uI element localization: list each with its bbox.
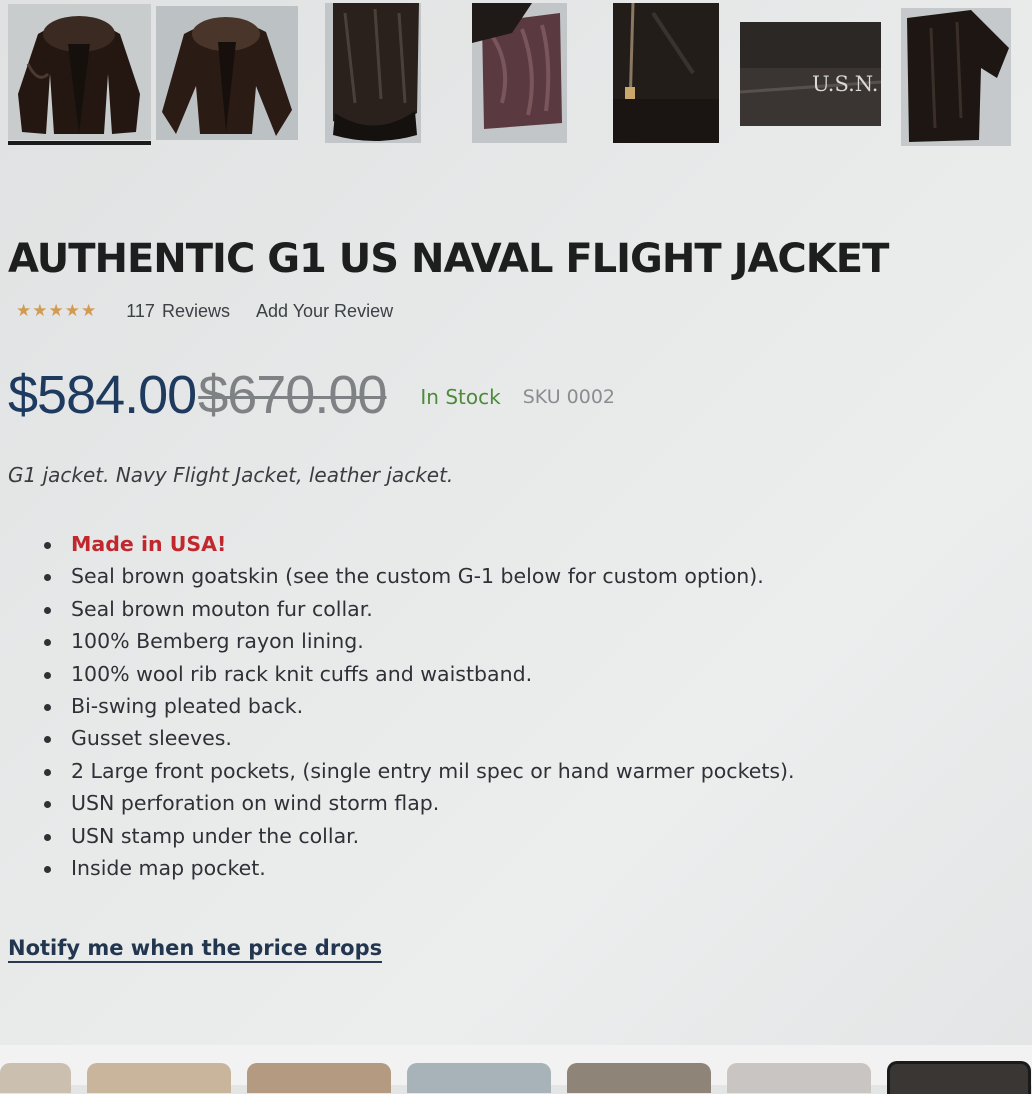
star-icon: ★ xyxy=(64,300,80,321)
star-icon: ★ xyxy=(81,300,97,321)
list-item: USN stamp under the collar. xyxy=(40,821,795,853)
list-item: Gusset sleeves. xyxy=(40,723,795,755)
bottom-thumbnail[interactable] xyxy=(727,1063,871,1093)
review-count: 117 xyxy=(126,300,155,321)
thumbnail-back-view[interactable] xyxy=(901,8,1011,146)
list-item: Inside map pocket. xyxy=(40,853,795,885)
jacket-image xyxy=(162,17,292,137)
rating-row: ★ ★ ★ ★ ★ 117 Reviews Add Your Review xyxy=(16,298,393,324)
jacket-image xyxy=(333,3,419,141)
bottom-thumbnail[interactable] xyxy=(407,1063,551,1093)
bottom-thumbnail-selected[interactable] xyxy=(887,1061,1031,1094)
reviews-link[interactable]: 117 Reviews xyxy=(126,301,230,322)
active-thumbnail-indicator xyxy=(8,141,151,145)
list-item: 100% wool rib rack knit cuffs and waistb… xyxy=(40,659,795,691)
star-icon: ★ xyxy=(16,300,32,321)
star-rating[interactable]: ★ ★ ★ ★ ★ xyxy=(16,300,97,321)
price-row: $584.00 $670.00 In Stock SKU 0002 xyxy=(8,362,615,428)
list-item: Seal brown goatskin (see the custom G-1 … xyxy=(40,561,795,593)
sku: SKU 0002 xyxy=(522,386,616,408)
old-price: $670.00 xyxy=(198,365,387,425)
star-icon: ★ xyxy=(32,300,48,321)
thumbnail-sleeve-detail[interactable] xyxy=(325,3,421,143)
thumbnail-zipper-detail[interactable] xyxy=(613,3,719,143)
thumbnail-gallery: U.S.N. xyxy=(0,0,1032,150)
usn-stamp-text: U.S.N. xyxy=(812,72,879,96)
product-title: AUTHENTIC G1 US NAVAL FLIGHT JACKET xyxy=(8,236,889,282)
reviews-label: Reviews xyxy=(161,300,230,321)
short-description: G1 jacket. Navy Flight Jacket, leather j… xyxy=(8,463,454,487)
bottom-thumbnail[interactable] xyxy=(87,1063,231,1093)
jacket-image xyxy=(613,3,719,143)
list-item: 100% Bemberg rayon lining. xyxy=(40,626,795,658)
thumbnail-angled-view[interactable] xyxy=(156,6,298,140)
feature-list: Made in USA! Seal brown goatskin (see th… xyxy=(40,529,795,885)
thumbnail-front-view[interactable] xyxy=(8,4,151,140)
list-item: Bi-swing pleated back. xyxy=(40,691,795,723)
bottom-thumbnail[interactable] xyxy=(0,1063,71,1093)
list-item: USN perforation on wind storm flap. xyxy=(40,788,795,820)
notify-price-drop-link[interactable]: Notify me when the price drops xyxy=(8,936,383,963)
list-item: Seal brown mouton fur collar. xyxy=(40,594,795,626)
add-review-link[interactable]: Add Your Review xyxy=(256,301,393,322)
product-page: U.S.N. AUTHENTIC G1 US NAVAL FLIGHT JACK… xyxy=(0,0,1032,1045)
bottom-thumbnail[interactable] xyxy=(567,1063,711,1093)
stock-status: In Stock xyxy=(420,385,501,409)
jacket-image xyxy=(472,3,562,129)
bottom-thumbnail-strip xyxy=(0,1045,1032,1094)
list-item: 2 Large front pockets, (single entry mil… xyxy=(40,756,795,788)
thumbnail-lining-detail[interactable] xyxy=(472,3,567,143)
current-price: $584.00 xyxy=(8,365,197,425)
bottom-thumbnail[interactable] xyxy=(247,1063,391,1093)
jacket-image xyxy=(907,10,1009,142)
list-item: Made in USA! xyxy=(40,529,795,561)
jacket-image xyxy=(18,16,140,134)
star-icon: ★ xyxy=(48,300,64,321)
thumbnail-usn-stamp-detail[interactable]: U.S.N. xyxy=(740,22,881,126)
